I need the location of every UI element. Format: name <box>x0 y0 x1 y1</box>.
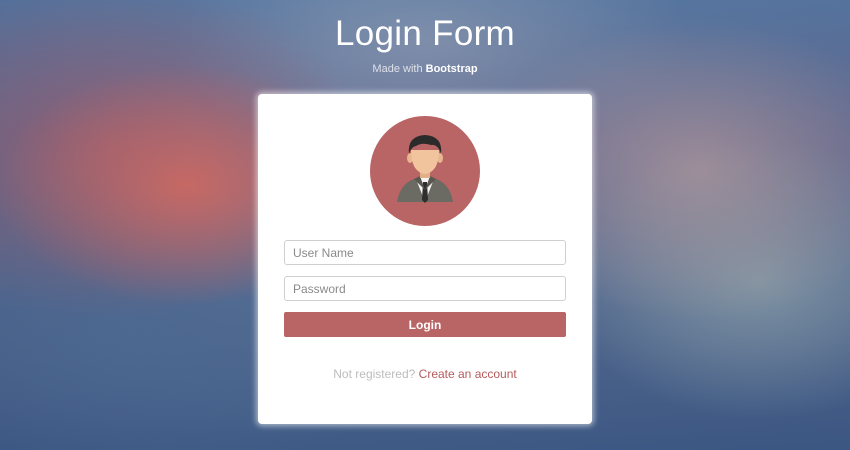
password-input[interactable] <box>284 276 566 301</box>
page-subtitle: Made with Bootstrap <box>0 63 850 75</box>
username-input[interactable] <box>284 240 566 265</box>
page-title: Login Form <box>334 14 516 53</box>
create-account-link[interactable]: Create an account <box>419 367 517 381</box>
register-footer: Not registered? Create an account <box>258 367 592 381</box>
subtitle-brand: Bootstrap <box>425 63 478 75</box>
subtitle-prefix: Made with <box>372 63 423 75</box>
register-prompt: Not registered? <box>333 367 416 381</box>
login-card: Login Not registered? Create an account <box>258 94 592 424</box>
user-avatar-icon <box>370 116 480 226</box>
login-button[interactable]: Login <box>284 312 566 337</box>
